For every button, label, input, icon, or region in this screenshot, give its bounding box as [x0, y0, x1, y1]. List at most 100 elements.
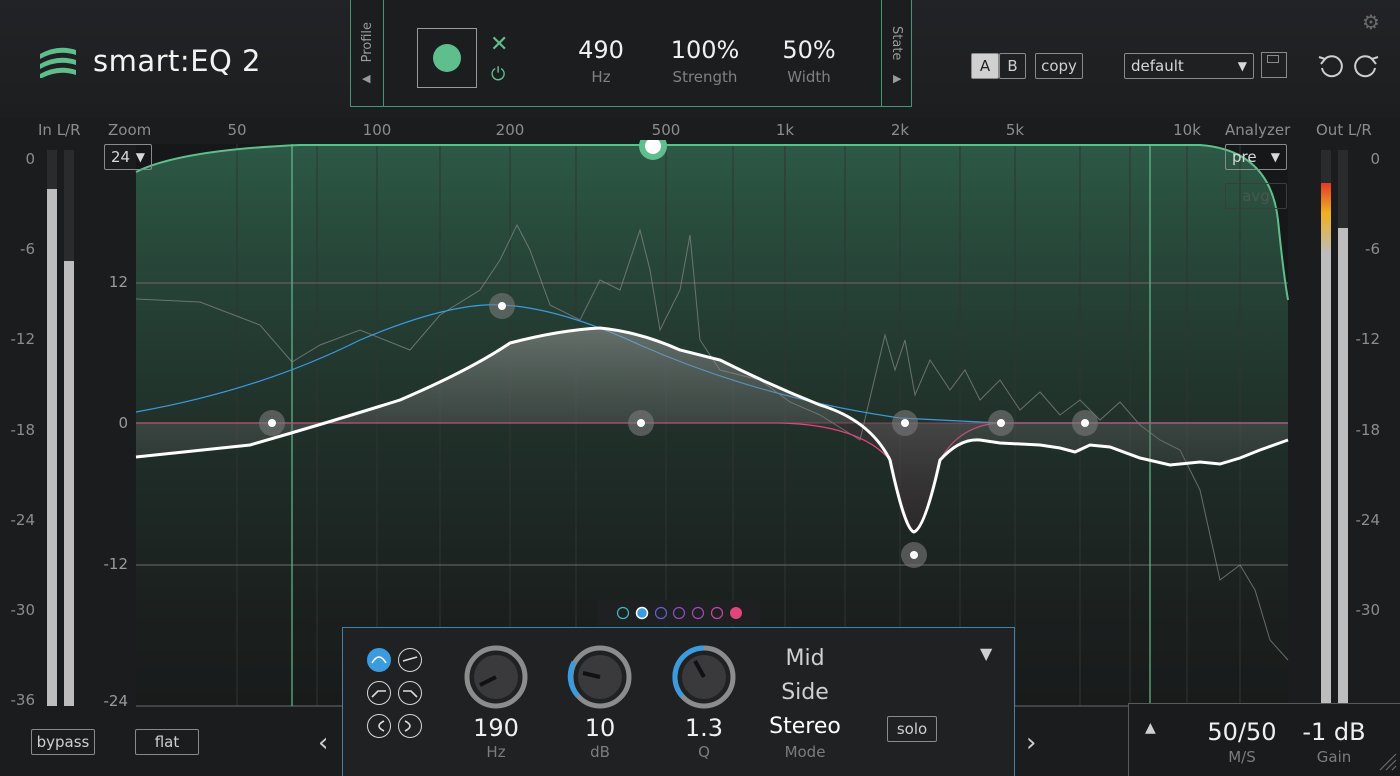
power-icon[interactable]: ⏻: [491, 66, 505, 84]
low-shelf-icon[interactable]: [367, 681, 391, 705]
collapse-icon[interactable]: ▼: [980, 644, 992, 663]
q-value[interactable]: 1.3: [664, 714, 744, 742]
preset-dropdown[interactable]: default ▼: [1124, 53, 1254, 79]
frequency-value[interactable]: 190: [456, 714, 536, 742]
low-cut-icon[interactable]: [367, 714, 391, 738]
resize-handle-icon[interactable]: [1378, 752, 1398, 776]
mode-side[interactable]: Side: [750, 680, 860, 705]
band-dot-2[interactable]: [635, 606, 649, 620]
profile-frequency-unit: Hz: [591, 68, 611, 86]
bell-filter-icon[interactable]: [367, 648, 391, 672]
state-tab[interactable]: State ▶: [881, 0, 914, 106]
high-cut-icon[interactable]: [398, 714, 422, 738]
profile-tab-label: Profile: [360, 22, 375, 63]
avg-button[interactable]: avg: [1225, 183, 1287, 209]
mode-label: Mode: [784, 743, 826, 761]
prev-band-button[interactable]: ‹: [318, 728, 328, 758]
next-band-button[interactable]: ›: [1026, 728, 1036, 758]
q-knob[interactable]: [671, 644, 737, 710]
profile-panel: Profile ◀ ✕ ⏻ 490 Hz 100% Strength 50% W…: [350, 0, 912, 107]
bypass-button[interactable]: bypass: [31, 729, 95, 755]
freq-tick-200: 200: [495, 121, 525, 139]
freq-tick-5k: 5k: [1005, 121, 1025, 139]
frequency-knob[interactable]: [463, 644, 529, 710]
in-scale-0: 0: [25, 150, 35, 168]
width-label: Width: [787, 68, 831, 86]
in-scale-18: -18: [10, 421, 36, 439]
q-unit: Q: [698, 743, 710, 761]
out-scale-30: -30: [1355, 601, 1381, 619]
mode-mid[interactable]: Mid: [750, 646, 860, 671]
gain-knob[interactable]: [567, 644, 633, 710]
band-panel: 190 Hz 10 dB 1.3 Q Mid Side Stereo Mode …: [342, 627, 1015, 776]
profile-record-button[interactable]: [417, 28, 477, 88]
notch-filter-icon[interactable]: [398, 648, 422, 672]
in-scale-30: -30: [10, 601, 36, 619]
ms-value[interactable]: 50/50: [1187, 718, 1297, 746]
input-meter-right: [64, 150, 74, 706]
a-button[interactable]: A: [971, 53, 999, 79]
eq-graph[interactable]: [0, 140, 1400, 710]
expand-up-icon[interactable]: ▲: [1145, 720, 1156, 736]
strength-label: Strength: [672, 68, 738, 86]
zoom-value: 24: [111, 148, 131, 166]
gear-icon[interactable]: ⚙: [1362, 10, 1380, 34]
gain-value[interactable]: 10: [560, 714, 640, 742]
flat-button[interactable]: flat: [135, 729, 199, 755]
out-scale-6: -6: [1365, 240, 1380, 258]
preset-value: default: [1131, 57, 1184, 75]
freq-tick-500: 500: [651, 121, 681, 139]
out-scale-18: -18: [1355, 421, 1381, 439]
band-dot-7[interactable]: [730, 607, 742, 619]
analyzer-label: Analyzer: [1225, 121, 1291, 139]
output-meter-label: Out L/R: [1316, 121, 1372, 139]
b-button[interactable]: B: [999, 53, 1026, 79]
undo-icon[interactable]: [1316, 51, 1346, 85]
profile-tab[interactable]: Profile ◀: [351, 0, 384, 106]
output-gain-label: Gain: [1316, 748, 1352, 766]
analyzer-value: pre: [1232, 148, 1257, 166]
freq-tick-2k: 2k: [890, 121, 910, 139]
arrow-left-icon: ◀: [362, 72, 371, 85]
in-scale-24: -24: [10, 511, 36, 529]
freq-tick-50: 50: [227, 121, 247, 139]
output-gain-value[interactable]: -1 dB: [1289, 718, 1379, 746]
zoom-label: Zoom: [108, 121, 152, 139]
strength-value[interactable]: 100%: [655, 36, 755, 64]
freq-tick-1k: 1k: [775, 121, 795, 139]
app-title: smart:EQ 2: [93, 44, 262, 78]
mode-stereo[interactable]: Stereo: [750, 714, 860, 739]
input-meter-left: [47, 150, 57, 706]
out-scale-12: -12: [1355, 330, 1381, 348]
ms-label: M/S: [1228, 748, 1256, 766]
zoom-dropdown[interactable]: 24 ▼: [104, 144, 152, 170]
close-icon[interactable]: ✕: [490, 34, 508, 56]
high-shelf-icon[interactable]: [398, 681, 422, 705]
ms-gain-panel: ▲ 50/50 M/S -1 dB Gain: [1128, 703, 1400, 776]
state-tab-label: State: [889, 26, 904, 61]
gain-label-minus24: -24: [103, 692, 129, 710]
freq-tick-10k: 10k: [1173, 121, 1201, 139]
arrow-right-icon: ▶: [893, 72, 902, 85]
in-scale-36: -36: [10, 691, 36, 709]
copy-button[interactable]: copy: [1035, 53, 1083, 79]
record-dot-icon: [433, 44, 461, 72]
in-scale-12: -12: [10, 330, 36, 348]
gain-unit: dB: [590, 743, 610, 761]
analyzer-dropdown[interactable]: pre ▼: [1225, 144, 1287, 170]
out-scale-0: 0: [1370, 150, 1380, 168]
solo-button[interactable]: solo: [887, 716, 937, 742]
redo-icon[interactable]: [1351, 51, 1381, 85]
gain-label-minus12: -12: [103, 555, 129, 573]
width-value[interactable]: 50%: [759, 36, 859, 64]
logo-icon: [38, 44, 78, 82]
input-meter-label: In L/R: [38, 121, 81, 139]
gain-label-12: 12: [108, 273, 128, 291]
gain-label-0: 0: [118, 414, 128, 432]
chevron-down-icon: ▼: [1237, 59, 1247, 73]
profile-frequency-value[interactable]: 490: [551, 36, 651, 64]
chevron-down-icon: ▼: [1270, 150, 1280, 164]
save-icon[interactable]: [1261, 52, 1287, 78]
freq-tick-100: 100: [362, 121, 392, 139]
frequency-unit: Hz: [486, 743, 506, 761]
